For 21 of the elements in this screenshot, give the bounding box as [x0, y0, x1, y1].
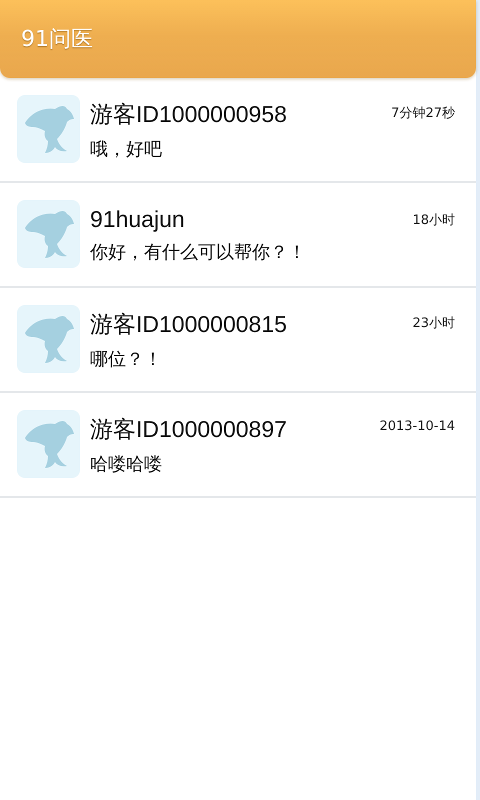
dolphin-avatar-icon — [17, 94, 80, 162]
message-preview: 哈喽哈喽 — [90, 452, 163, 476]
dolphin-avatar-icon — [17, 410, 80, 478]
dolphin-avatar-icon — [17, 304, 80, 372]
contact-name: 游客ID1000000958 — [90, 100, 287, 128]
message-time: 23小时 — [412, 314, 455, 332]
conversation-item[interactable]: 游客ID1000000897 2013-10-14 哈喽哈喽 — [0, 393, 476, 498]
message-time: 7分钟27秒 — [391, 104, 455, 122]
message-preview: 哦，好吧 — [90, 138, 163, 160]
message-preview: 你好，有什么可以帮你？！ — [90, 240, 307, 264]
conversation-item[interactable]: 91huajun 18小时 你好，有什么可以帮你？！ — [0, 183, 476, 288]
contact-name: 91huajun — [90, 206, 185, 232]
contact-name: 游客ID1000000897 — [90, 414, 287, 444]
dolphin-avatar-icon — [17, 200, 80, 268]
conversation-item[interactable]: 游客ID1000000815 23小时 哪位？！ — [0, 288, 476, 393]
app-title: 91问医 — [21, 26, 93, 54]
message-preview: 哪位？！ — [90, 348, 163, 370]
conversation-item[interactable]: 游客ID1000000958 7分钟27秒 哦，好吧 — [0, 78, 476, 183]
contact-name: 游客ID1000000815 — [90, 310, 287, 338]
message-time: 2013-10-14 — [379, 418, 455, 434]
message-time: 18小时 — [412, 212, 455, 228]
